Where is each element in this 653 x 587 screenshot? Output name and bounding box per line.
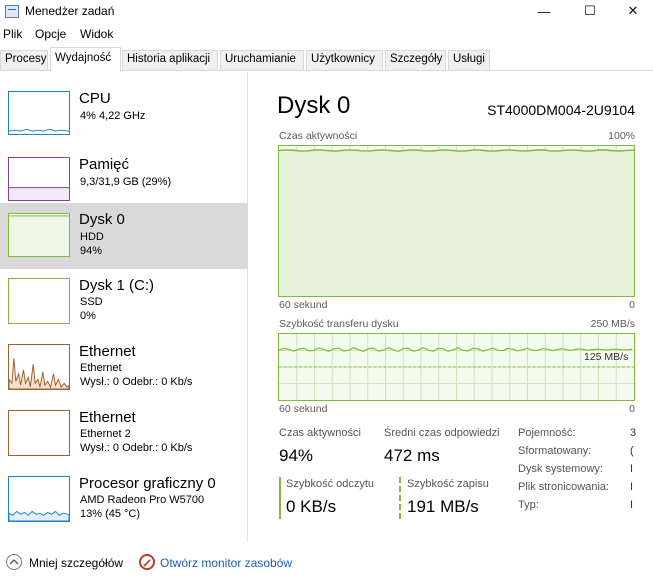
menu-plik[interactable]: Plik [3, 27, 22, 41]
prop-system-disk-key: Dysk systemowy: [518, 463, 603, 475]
sidebar-item-sub: 4% 4,22 GHz [80, 110, 146, 122]
maximize-button[interactable]: ☐ [567, 0, 613, 22]
transfer-rate-graph [278, 333, 635, 401]
sidebar-item-name: Dysk 0 [79, 211, 125, 228]
prop-pagefile-value: I [630, 481, 634, 493]
disk-model: ST4000DM004-2U9104 [487, 102, 635, 118]
sidebar-item-disk0[interactable]: Dysk 0 HDD 94% [0, 203, 248, 269]
sidebar-item-sub: Wysł.: 0 Odebr.: 0 Kb/s [80, 376, 193, 388]
prop-type-key: Typ: [518, 499, 539, 511]
menu-widok[interactable]: Widok [80, 27, 113, 41]
sidebar-item-sub: 13% (45 °C) [80, 508, 141, 520]
tab-uzytkownicy[interactable]: Użytkownicy [306, 50, 383, 70]
fewer-details-link[interactable]: Mniej szczegółów [29, 556, 123, 570]
active-time-label: Czas aktywności [279, 427, 361, 439]
transfer-graph-max: 250 MB/s [590, 318, 635, 330]
transfer-graph-min: 0 [629, 403, 635, 415]
response-time-value: 472 ms [384, 446, 440, 465]
sidebar-item-name: Pamięć [79, 156, 130, 173]
active-time-graph-min: 0 [629, 299, 635, 311]
prop-pagefile-key: Plik stronicowania: [518, 481, 610, 493]
sidebar-item-sub: HDD [80, 231, 104, 243]
active-time-graph [278, 145, 635, 297]
sidebar-item-sub: Ethernet [80, 362, 122, 374]
write-speed-value: 191 MB/s [407, 497, 479, 516]
menu-bar: Plik Opcje Widok [0, 24, 653, 44]
sidebar-item-sub: SSD [80, 296, 103, 308]
title-bar: Menedżer zadań — ☐ ✕ [0, 0, 653, 24]
read-speed-label: Szybkość odczytu [286, 478, 375, 490]
open-resource-monitor-link[interactable]: Otwórz monitor zasobów [160, 556, 292, 570]
task-manager-window: Menedżer zadań — ☐ ✕ Plik Opcje Widok Pr… [0, 0, 653, 587]
disk-title: Dysk 0 [277, 92, 351, 119]
response-time-label: Średni czas odpowiedzi [384, 427, 500, 439]
sidebar-item-name: CPU [79, 90, 111, 107]
active-time-graph-max: 100% [608, 130, 635, 142]
sidebar-item-ethernet-2[interactable]: Ethernet Ethernet 2 Wysł.: 0 Odebr.: 0 K… [0, 404, 248, 470]
menu-opcje[interactable]: Opcje [35, 27, 66, 41]
sidebar-item-sub: Wysł.: 0 Odebr.: 0 Kb/s [80, 442, 193, 454]
tab-uslugi[interactable]: Usługi [448, 50, 490, 70]
sidebar-item-name: Ethernet [79, 343, 136, 360]
ethernet-thumbnail-graph [8, 344, 70, 390]
transfer-graph-mid: 125 MB/s [584, 351, 629, 363]
memory-thumbnail-graph [8, 157, 70, 201]
tab-bar: Procesy Wydajność Historia aplikacji Uru… [0, 47, 653, 71]
resource-sidebar: CPU 4% 4,22 GHz Pamięć 9,3/31,9 GB (29%)… [0, 72, 248, 542]
close-button[interactable]: ✕ [613, 0, 653, 22]
resource-monitor-icon[interactable] [139, 554, 155, 570]
sidebar-item-name: Dysk 1 (C:) [79, 277, 154, 294]
sidebar-item-disk1[interactable]: Dysk 1 (C:) SSD 0% [0, 272, 248, 338]
disk0-thumbnail-graph [8, 213, 70, 257]
gpu-thumbnail-graph [8, 476, 70, 522]
active-time-value: 94% [279, 446, 314, 465]
disk1-thumbnail-graph [8, 278, 70, 324]
read-speed-indicator [279, 477, 281, 519]
sidebar-item-sub: Ethernet 2 [80, 428, 131, 440]
sidebar-item-sub: 0% [80, 310, 96, 322]
tab-uruchamianie[interactable]: Uruchamianie [220, 50, 304, 70]
prop-formatted-key: Sformatowany: [518, 445, 592, 457]
ethernet2-thumbnail-graph [8, 410, 70, 456]
tab-historia-aplikacji[interactable]: Historia aplikacji [122, 50, 218, 70]
prop-type-value: I [630, 499, 634, 511]
prop-system-disk-value: I [630, 463, 634, 475]
chevron-up-icon[interactable] [6, 554, 22, 570]
sidebar-item-name: Procesor graficzny 0 [79, 475, 216, 492]
active-time-graph-label: Czas aktywności [279, 130, 358, 142]
prop-formatted-value: ( [630, 445, 634, 457]
transfer-graph-duration: 60 sekund [279, 403, 328, 415]
task-manager-icon [5, 5, 19, 18]
sidebar-item-gpu[interactable]: Procesor graficzny 0 AMD Radeon Pro W570… [0, 470, 248, 536]
prop-capacity-key: Pojemność: [518, 427, 576, 439]
window-title: Menedżer zadań [25, 4, 115, 18]
read-speed-value: 0 KB/s [286, 497, 337, 516]
transfer-graph-label: Szybkość transferu dysku [279, 318, 399, 330]
sidebar-item-sub: 94% [80, 245, 103, 257]
prop-capacity-value: 3 [630, 427, 637, 439]
sidebar-item-name: Ethernet [79, 409, 136, 426]
active-time-graph-duration: 60 sekund [279, 299, 328, 311]
tab-wydajnosc[interactable]: Wydajność [50, 47, 121, 71]
sidebar-item-ethernet-1[interactable]: Ethernet Ethernet Wysł.: 0 Odebr.: 0 Kb/… [0, 338, 248, 404]
cpu-thumbnail-graph [8, 91, 70, 135]
write-speed-indicator [399, 477, 401, 519]
tab-szczegoly[interactable]: Szczegóły [385, 50, 446, 70]
sidebar-item-sub: 9,3/31,9 GB (29%) [80, 176, 172, 188]
sidebar-item-cpu[interactable]: CPU 4% 4,22 GHz [0, 84, 248, 150]
tab-procesy[interactable]: Procesy [0, 50, 48, 70]
write-speed-label: Szybkość zapisu [407, 478, 489, 490]
sidebar-item-sub: AMD Radeon Pro W5700 [80, 494, 205, 506]
footer-bar: Mniej szczegółów Otwórz monitor zasobów [0, 546, 653, 578]
minimize-button[interactable]: — [521, 0, 567, 22]
